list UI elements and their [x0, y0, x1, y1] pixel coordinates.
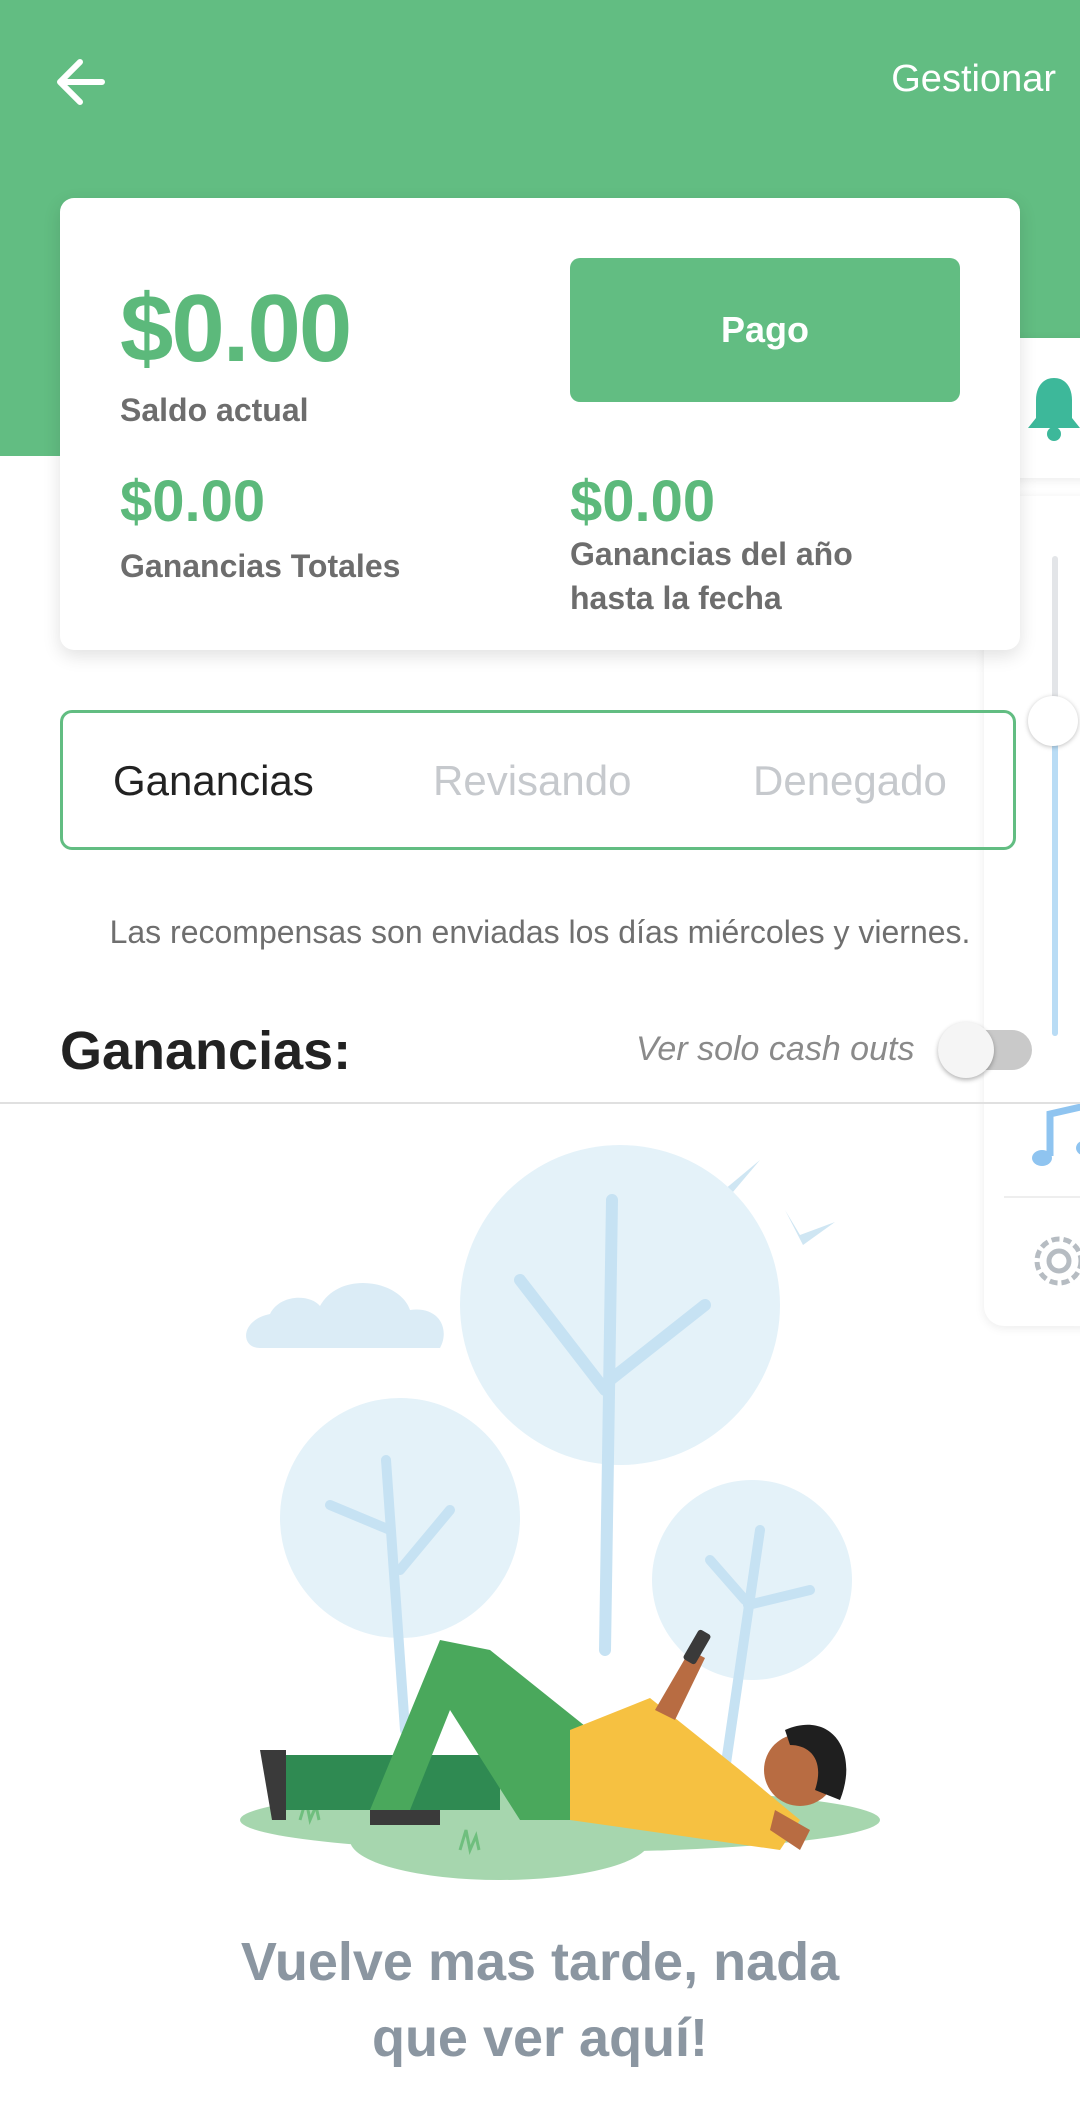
panel-divider	[1004, 1196, 1080, 1198]
empty-state-line-2: que ver aquí!	[371, 2008, 709, 2068]
volume-slider-fill	[1052, 726, 1058, 1036]
empty-state-message: Vuelve mas tarde, nada que ver aquí!	[0, 1924, 1080, 2076]
empty-state-line-1: Vuelve mas tarde, nada	[240, 1932, 840, 1992]
payout-button[interactable]: Pago	[570, 258, 960, 402]
manage-link[interactable]: Gestionar	[891, 58, 1056, 101]
volume-slider-handle[interactable]	[1028, 696, 1078, 746]
tab-denegado[interactable]: Denegado	[753, 757, 947, 805]
toggle-knob	[938, 1022, 994, 1078]
total-earnings-label: Ganancias Totales	[120, 548, 401, 584]
bell-icon[interactable]	[1024, 374, 1080, 449]
empty-state-illustration	[200, 1130, 880, 1895]
total-earnings-amount: $0.00	[120, 469, 266, 534]
back-arrow-icon[interactable]	[52, 52, 112, 112]
tab-revisando[interactable]: Revisando	[433, 757, 631, 805]
current-balance-label: Saldo actual	[120, 392, 309, 428]
earnings-section-title: Ganancias:	[60, 1021, 352, 1081]
gear-icon[interactable]	[1024, 1226, 1080, 1301]
tab-ganancias[interactable]: Ganancias	[113, 757, 314, 805]
cashout-filter-label: Ver solo cash outs	[636, 1030, 915, 1068]
section-divider	[0, 1102, 1080, 1104]
earnings-tabs: Ganancias Revisando Denegado	[60, 710, 1016, 850]
balance-card: $0.00 Saldo actual Pago $0.00 Ganancias …	[60, 198, 1020, 650]
ytd-earnings-amount: $0.00	[570, 469, 716, 534]
current-balance-amount: $0.00	[120, 275, 352, 382]
rewards-schedule-note: Las recompensas son enviadas los días mi…	[109, 914, 971, 950]
cashout-filter-toggle[interactable]	[938, 1022, 1032, 1078]
music-note-icon[interactable]	[1024, 1096, 1080, 1181]
ytd-earnings-label: Ganancias del año hasta la fecha	[570, 536, 853, 616]
